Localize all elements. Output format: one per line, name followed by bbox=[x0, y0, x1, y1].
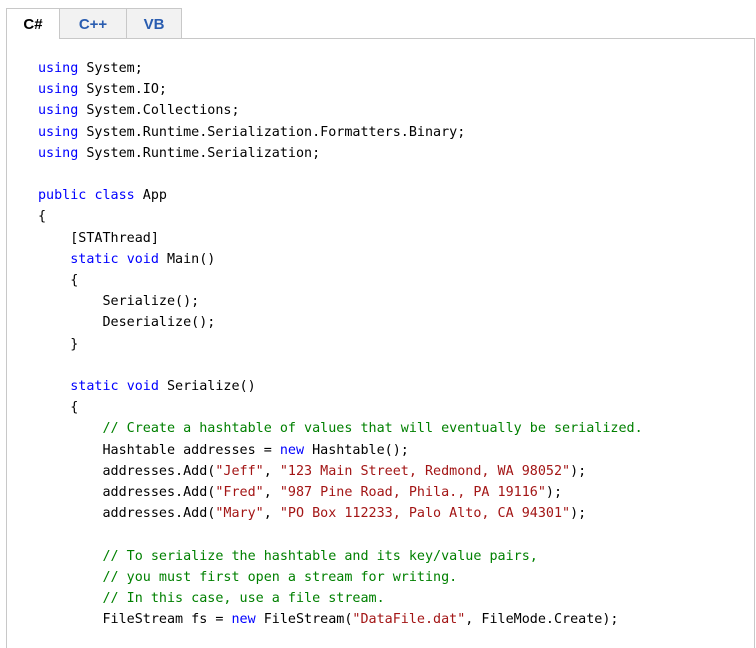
code-token: addresses.Add( bbox=[38, 463, 216, 479]
code-token: ); bbox=[545, 485, 563, 501]
code-token: "PO Box 112233, Palo Alto, CA 94301" bbox=[279, 506, 571, 522]
code-token: static bbox=[70, 379, 119, 395]
code-line: static void Serialize() bbox=[38, 379, 256, 395]
code-panel: using System; using System.IO; using Sys… bbox=[6, 38, 755, 648]
code-line: // In this case, use a file stream. bbox=[38, 591, 385, 606]
code-token: // you must first open a stream for writ… bbox=[102, 569, 458, 585]
code-line: addresses.Add("Jeff", "123 Main Street, … bbox=[38, 464, 586, 479]
code-token: // To serialize the hashtable and its ke… bbox=[102, 548, 538, 564]
code-token: class bbox=[94, 188, 135, 204]
code-token: using bbox=[38, 124, 79, 140]
code-line: using System.Collections; bbox=[38, 103, 240, 118]
tab-csharp[interactable]: C# bbox=[6, 8, 60, 39]
code-line: { bbox=[38, 400, 78, 415]
code-token: addresses.Add( bbox=[38, 485, 216, 501]
code-token: [STAThread] bbox=[38, 230, 159, 246]
code-line: Deserialize(); bbox=[38, 315, 215, 330]
code-line: addresses.Add("Fred", "987 Pine Road, Ph… bbox=[38, 485, 562, 500]
code-line: FileStream fs = new FileStream("DataFile… bbox=[38, 612, 618, 627]
code-line: using System; bbox=[38, 61, 143, 76]
code-token: , bbox=[263, 463, 280, 479]
code-token: // In this case, use a file stream. bbox=[102, 591, 385, 607]
language-tab-bar: C# C++ VB bbox=[6, 8, 182, 39]
code-token: ); bbox=[570, 506, 587, 522]
code-token: "123 Main Street, Redmond, WA 98052" bbox=[279, 463, 571, 479]
code-token: Serialize() bbox=[158, 379, 256, 395]
code-token: // Create a hashtable of values that wil… bbox=[102, 421, 643, 437]
code-token: FileStream( bbox=[255, 612, 353, 628]
tab-vb[interactable]: VB bbox=[126, 8, 182, 39]
code-token: "Fred" bbox=[215, 485, 264, 501]
code-token: } bbox=[38, 336, 79, 352]
code-line: using System.IO; bbox=[38, 82, 167, 97]
code-token: { bbox=[38, 209, 47, 225]
code-token: App bbox=[134, 188, 167, 204]
code-line: [STAThread] bbox=[38, 231, 159, 246]
code-token: using bbox=[38, 145, 79, 161]
code-token: { bbox=[38, 273, 79, 289]
code-token: Hashtable(); bbox=[304, 442, 409, 458]
code-line: public class App bbox=[38, 188, 167, 203]
code-line: static void Main() bbox=[38, 252, 215, 267]
code-token: { bbox=[38, 400, 79, 416]
code-line: { bbox=[38, 209, 46, 224]
code-token: new bbox=[279, 442, 305, 458]
code-token: System.Runtime.Serialization.Formatters.… bbox=[78, 124, 466, 140]
code-token: , bbox=[263, 485, 280, 501]
code-token: System; bbox=[78, 61, 143, 76]
code-token: ); bbox=[570, 463, 587, 479]
code-line: using System.Runtime.Serialization.Forma… bbox=[38, 125, 465, 140]
code-token: System.Runtime.Serialization; bbox=[78, 145, 321, 161]
code-token: , bbox=[263, 506, 280, 522]
code-token: "Mary" bbox=[215, 506, 264, 522]
code-token: FileStream fs = bbox=[38, 612, 232, 628]
code-line: // To serialize the hashtable and its ke… bbox=[38, 549, 538, 564]
code-line: Serialize(); bbox=[38, 294, 199, 309]
code-token: Deserialize(); bbox=[38, 315, 216, 331]
code-token: using bbox=[38, 61, 79, 76]
code-line: } bbox=[38, 337, 78, 352]
code-line: { bbox=[38, 273, 78, 288]
tab-cpp[interactable]: C++ bbox=[59, 8, 127, 39]
code-line: // you must first open a stream for writ… bbox=[38, 569, 458, 585]
code-token: using bbox=[38, 103, 79, 119]
code-token: "DataFile.dat" bbox=[352, 612, 466, 628]
code-token: public bbox=[38, 188, 87, 204]
code-token: Hashtable addresses = bbox=[38, 442, 280, 458]
code-token: static bbox=[70, 251, 119, 267]
code-line: using System.Runtime.Serialization; bbox=[38, 146, 320, 161]
code-token: void bbox=[126, 251, 159, 267]
code-token: Serialize(); bbox=[38, 294, 200, 310]
code-token: System.Collections; bbox=[78, 103, 240, 119]
code-line: // Create a hashtable of values that wil… bbox=[38, 421, 643, 436]
code-token: Main() bbox=[158, 251, 216, 267]
code-token: System.IO; bbox=[78, 82, 167, 98]
code-token: void bbox=[126, 379, 159, 395]
code-token: addresses.Add( bbox=[38, 506, 216, 522]
code-block: using System; using System.IO; using Sys… bbox=[38, 58, 643, 630]
code-line: Hashtable addresses = new Hashtable(); bbox=[38, 442, 409, 458]
code-token: "987 Pine Road, Phila., PA 19116" bbox=[279, 485, 546, 501]
code-token: "Jeff" bbox=[215, 463, 264, 479]
code-token: new bbox=[231, 612, 256, 628]
code-line: addresses.Add("Mary", "PO Box 112233, Pa… bbox=[38, 506, 586, 521]
code-token: using bbox=[38, 82, 79, 98]
code-token: , FileMode.Create); bbox=[465, 612, 619, 628]
